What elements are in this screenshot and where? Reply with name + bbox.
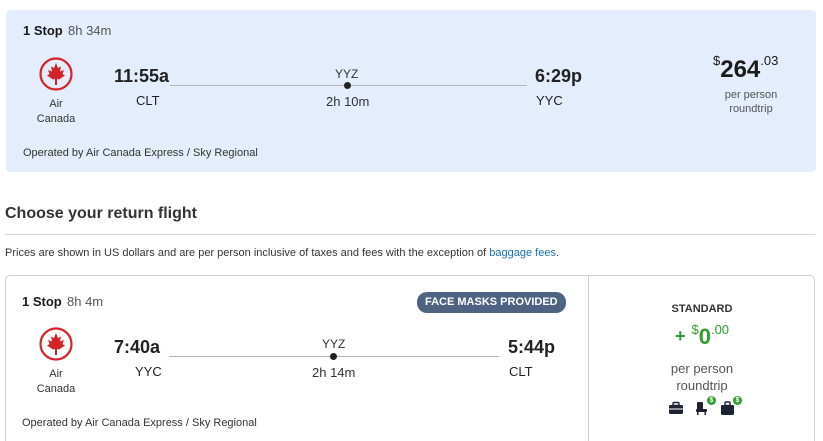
personal-item-icon[interactable] bbox=[668, 401, 684, 415]
fare-caption: per person roundtrip bbox=[589, 360, 815, 394]
fare-plus: + bbox=[674, 326, 686, 346]
fare-currency: $ bbox=[691, 322, 699, 337]
airline-name-line2: Canada bbox=[36, 383, 76, 395]
price-whole: 264 bbox=[720, 56, 761, 83]
airline-name: Air Canada bbox=[26, 367, 86, 397]
arrive-time: 5:44p bbox=[508, 337, 556, 357]
fare-caption-line1: per person bbox=[670, 361, 734, 376]
stops-label: 1 Stop bbox=[22, 294, 62, 309]
face-masks-badge: FACE MASKS PROVIDED bbox=[417, 292, 566, 313]
airline-name-line1: Air bbox=[49, 98, 63, 110]
price-cents: .03 bbox=[760, 53, 779, 68]
price-caption: per person roundtrip bbox=[706, 88, 796, 116]
air-canada-logo-icon bbox=[39, 57, 73, 91]
bag-fee-dollar-icon: $ bbox=[733, 396, 742, 405]
fare-whole: 0 bbox=[698, 324, 711, 349]
depart-time: 11:55a bbox=[114, 66, 170, 86]
price-notice-end: . bbox=[555, 247, 560, 259]
heading-divider bbox=[5, 234, 815, 235]
total-duration: 8h 34m bbox=[68, 23, 112, 38]
baggage-fees-link[interactable]: baggage fees bbox=[489, 247, 556, 259]
seat-fee-dollar-icon: $ bbox=[707, 396, 716, 405]
airline-name-line2: Canada bbox=[36, 113, 76, 125]
layover-duration: 2h 10m bbox=[326, 94, 370, 109]
layover-duration: 2h 14m bbox=[312, 365, 356, 380]
arrive-airport-code: YYC bbox=[536, 93, 563, 108]
fare-caption-line2: roundtrip bbox=[676, 378, 728, 393]
checked-bag-icon[interactable]: $ bbox=[720, 396, 742, 415]
price-caption-line1: per person bbox=[724, 89, 778, 101]
fare-price: + $0.00 bbox=[589, 322, 815, 350]
selected-outbound-flight-card[interactable]: 1 Stop 8h 34m Air Canada 11:55a CLT YYZ … bbox=[6, 10, 816, 172]
layover-dot bbox=[330, 353, 337, 360]
price-caption-line2: roundtrip bbox=[729, 103, 773, 115]
depart-airport-code: CLT bbox=[136, 93, 160, 108]
depart-airport-code: YYC bbox=[135, 364, 162, 379]
return-flight-heading: Choose your return flight bbox=[5, 205, 197, 222]
airline-name: Air Canada bbox=[26, 97, 86, 127]
stops-label: 1 Stop bbox=[23, 23, 63, 38]
standard-fare-option[interactable]: STANDARD + $0.00 per person roundtrip $ $ bbox=[588, 276, 815, 441]
price-notice: Prices are shown in US dollars and are p… bbox=[5, 247, 559, 259]
return-flight-card[interactable]: 1 Stop 8h 4m FACE MASKS PROVIDED Air Can… bbox=[5, 275, 815, 441]
fare-name: STANDARD bbox=[671, 303, 733, 315]
arrive-airport-code: CLT bbox=[509, 364, 533, 379]
layover-airport-code: YYZ bbox=[335, 67, 359, 81]
layover-airport-code: YYZ bbox=[322, 337, 346, 351]
outbound-price: $264.03 bbox=[713, 53, 779, 84]
depart-time: 7:40a bbox=[114, 337, 161, 357]
price-currency: $ bbox=[713, 53, 721, 68]
price-notice-text: Prices are shown in US dollars and are p… bbox=[5, 247, 487, 259]
layover-dot bbox=[344, 82, 351, 89]
total-duration: 8h 4m bbox=[67, 294, 104, 309]
operated-by: Operated by Air Canada Express / Sky Reg… bbox=[23, 147, 258, 159]
seat-selection-icon[interactable]: $ bbox=[694, 396, 716, 415]
fare-cents: .00 bbox=[710, 322, 730, 337]
air-canada-logo-icon bbox=[39, 327, 73, 361]
operated-by: Operated by Air Canada Express / Sky Reg… bbox=[22, 417, 257, 429]
airline-name-line1: Air bbox=[49, 368, 63, 380]
arrive-time: 6:29p bbox=[535, 66, 583, 86]
fare-amenities: $ $ bbox=[589, 396, 815, 415]
